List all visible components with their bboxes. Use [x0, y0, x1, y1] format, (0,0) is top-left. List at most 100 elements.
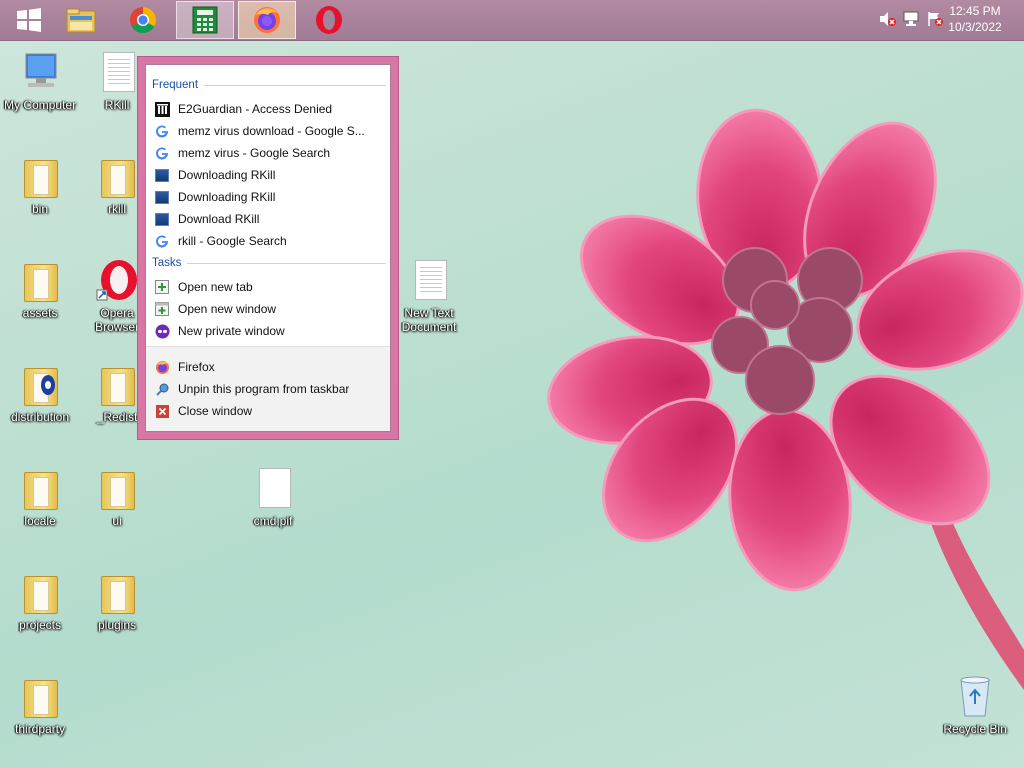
jump-list-unpin-program[interactable]: Unpin this program from taskbar [150, 378, 386, 400]
jump-list-item-label: Download RKill [178, 212, 260, 226]
blank-file-icon [259, 468, 291, 508]
desktop-icon-thirdparty[interactable]: thirdparty [0, 674, 80, 736]
private-window-icon [154, 323, 170, 339]
google-icon [154, 123, 170, 139]
jump-list-panel: Frequent E2Guardian - Access Denied memz… [145, 64, 391, 432]
desktop-icon-bin[interactable]: bin [0, 154, 80, 216]
desktop-icon-recycle-bin[interactable]: Recycle Bin [935, 674, 1015, 736]
chrome-icon [130, 7, 157, 34]
desktop-icon-projects[interactable]: projects [0, 570, 80, 632]
jump-list-item-label: New private window [178, 324, 285, 338]
disc-overlay-icon [41, 375, 55, 395]
calculator-taskbar-button[interactable] [176, 1, 234, 39]
speaker-muted-icon[interactable] [878, 11, 896, 27]
section-divider [204, 84, 386, 86]
desktop-icon-plugins[interactable]: plugins [77, 570, 157, 632]
text-document-icon [415, 260, 447, 300]
desktop-icon-locale[interactable]: locale [0, 466, 80, 528]
jump-list-item-label: Downloading RKill [178, 190, 276, 204]
clock[interactable]: 12:45 PM 10/3/2022 [940, 3, 1010, 35]
jump-list-item-label: Firefox [178, 360, 215, 374]
opera-icon [316, 6, 342, 34]
opera-taskbar-button[interactable] [300, 1, 358, 39]
folder-icon [24, 680, 58, 718]
download-page-icon [154, 167, 170, 183]
desktop-icon-distribution[interactable]: distribution [0, 362, 80, 424]
firefox-jump-list: Frequent E2Guardian - Access Denied memz… [137, 56, 399, 440]
desktop-icon-assets[interactable]: assets [0, 258, 80, 320]
jump-list-item-frequent[interactable]: memz virus - Google Search [150, 142, 386, 164]
tasks-header-label: Tasks [152, 257, 182, 269]
desktop-icon-label: cmd.pif [253, 514, 293, 528]
folder-icon [101, 368, 135, 406]
desktop-icon-label: My Computer [3, 98, 77, 112]
folder-icon [101, 472, 135, 510]
jump-list-task-open-new-window[interactable]: Open new window [150, 298, 386, 320]
frequent-header-label: Frequent [152, 79, 199, 91]
folder-icon [24, 472, 58, 510]
folder-icon [24, 576, 58, 614]
download-page-icon [154, 211, 170, 227]
jump-list-close-window[interactable]: Close window [150, 400, 386, 422]
jump-list-item-label: Downloading RKill [178, 168, 276, 182]
desktop-icon-label: thirdparty [14, 722, 66, 736]
jump-list-item-frequent[interactable]: E2Guardian - Access Denied [150, 98, 386, 120]
desktop-icon-new-text-document[interactable]: New Text Document [389, 258, 469, 334]
jump-list-item-label: Open new window [178, 302, 277, 316]
desktop-icon-label: plugins [97, 618, 137, 632]
jump-list-item-label: Unpin this program from taskbar [178, 382, 350, 396]
jump-list-bottom-section: Firefox Unpin this program from taskbar … [146, 346, 390, 431]
folder-icon [24, 160, 58, 198]
jump-list-item-frequent[interactable]: memz virus download - Google S... [150, 120, 386, 142]
e2guardian-icon [154, 101, 170, 117]
google-icon [154, 233, 170, 249]
tasks-section-header: Tasks [152, 255, 386, 271]
new-tab-icon [154, 279, 170, 295]
desktop-icon-label: bin [31, 202, 48, 216]
jump-list-item-frequent[interactable]: rkill - Google Search [150, 230, 386, 252]
opera-icon [96, 260, 137, 301]
google-icon [154, 145, 170, 161]
desktop-icon-label: distribution [10, 410, 70, 424]
section-divider [187, 262, 386, 264]
desktop-icon-my-computer[interactable]: My Computer [0, 50, 80, 112]
jump-list-task-open-new-tab[interactable]: Open new tab [150, 276, 386, 298]
start-button[interactable] [0, 1, 58, 39]
close-icon [154, 403, 170, 419]
folder-icon [101, 160, 135, 198]
desktop-icon-label: ui [112, 514, 122, 528]
firefox-taskbar-button[interactable] [238, 1, 296, 39]
jump-list-item-label: rkill - Google Search [178, 234, 287, 248]
folder-icon [101, 576, 135, 614]
system-tray: 12:45 PM 10/3/2022 [864, 0, 1024, 40]
download-page-icon [154, 189, 170, 205]
desktop-icon-ui[interactable]: ui [77, 466, 157, 528]
computer-icon [25, 53, 57, 87]
desktop-icon-label: assets [22, 306, 58, 320]
recycle-bin-icon [960, 676, 990, 717]
file-explorer-taskbar-button[interactable] [52, 1, 110, 39]
file-explorer-icon [66, 8, 96, 33]
calculator-icon [192, 6, 218, 34]
clock-date: 10/3/2022 [948, 20, 1002, 34]
desktop-icon-label: locale [24, 514, 56, 528]
frequent-section-header: Frequent [152, 77, 386, 93]
jump-list-item-label: memz virus - Google Search [178, 146, 331, 160]
jump-list-task-new-private-window[interactable]: New private window [150, 320, 386, 342]
jump-list-item-frequent[interactable]: Downloading RKill [150, 186, 386, 208]
jump-list-item-label: E2Guardian - Access Denied [178, 102, 333, 116]
jump-list-item-frequent[interactable]: Downloading RKill [150, 164, 386, 186]
wallpaper-flower [547, 108, 1024, 690]
network-icon[interactable] [902, 11, 920, 27]
chrome-taskbar-button[interactable] [114, 1, 172, 39]
jump-list-launch-firefox[interactable]: Firefox [150, 356, 386, 378]
jump-list-item-label: Close window [178, 404, 253, 418]
jump-list-item-frequent[interactable]: Download RKill [150, 208, 386, 230]
jump-list-item-label: memz virus download - Google S... [178, 124, 365, 138]
taskbar: 12:45 PM 10/3/2022 [0, 0, 1024, 41]
clock-time: 12:45 PM [949, 4, 1001, 18]
folder-icon [24, 264, 58, 302]
desktop-icon-label: New Text Document [401, 306, 457, 334]
desktop-icon-label: projects [18, 618, 62, 632]
desktop-icon-cmd-pif[interactable]: cmd.pif [233, 466, 313, 528]
